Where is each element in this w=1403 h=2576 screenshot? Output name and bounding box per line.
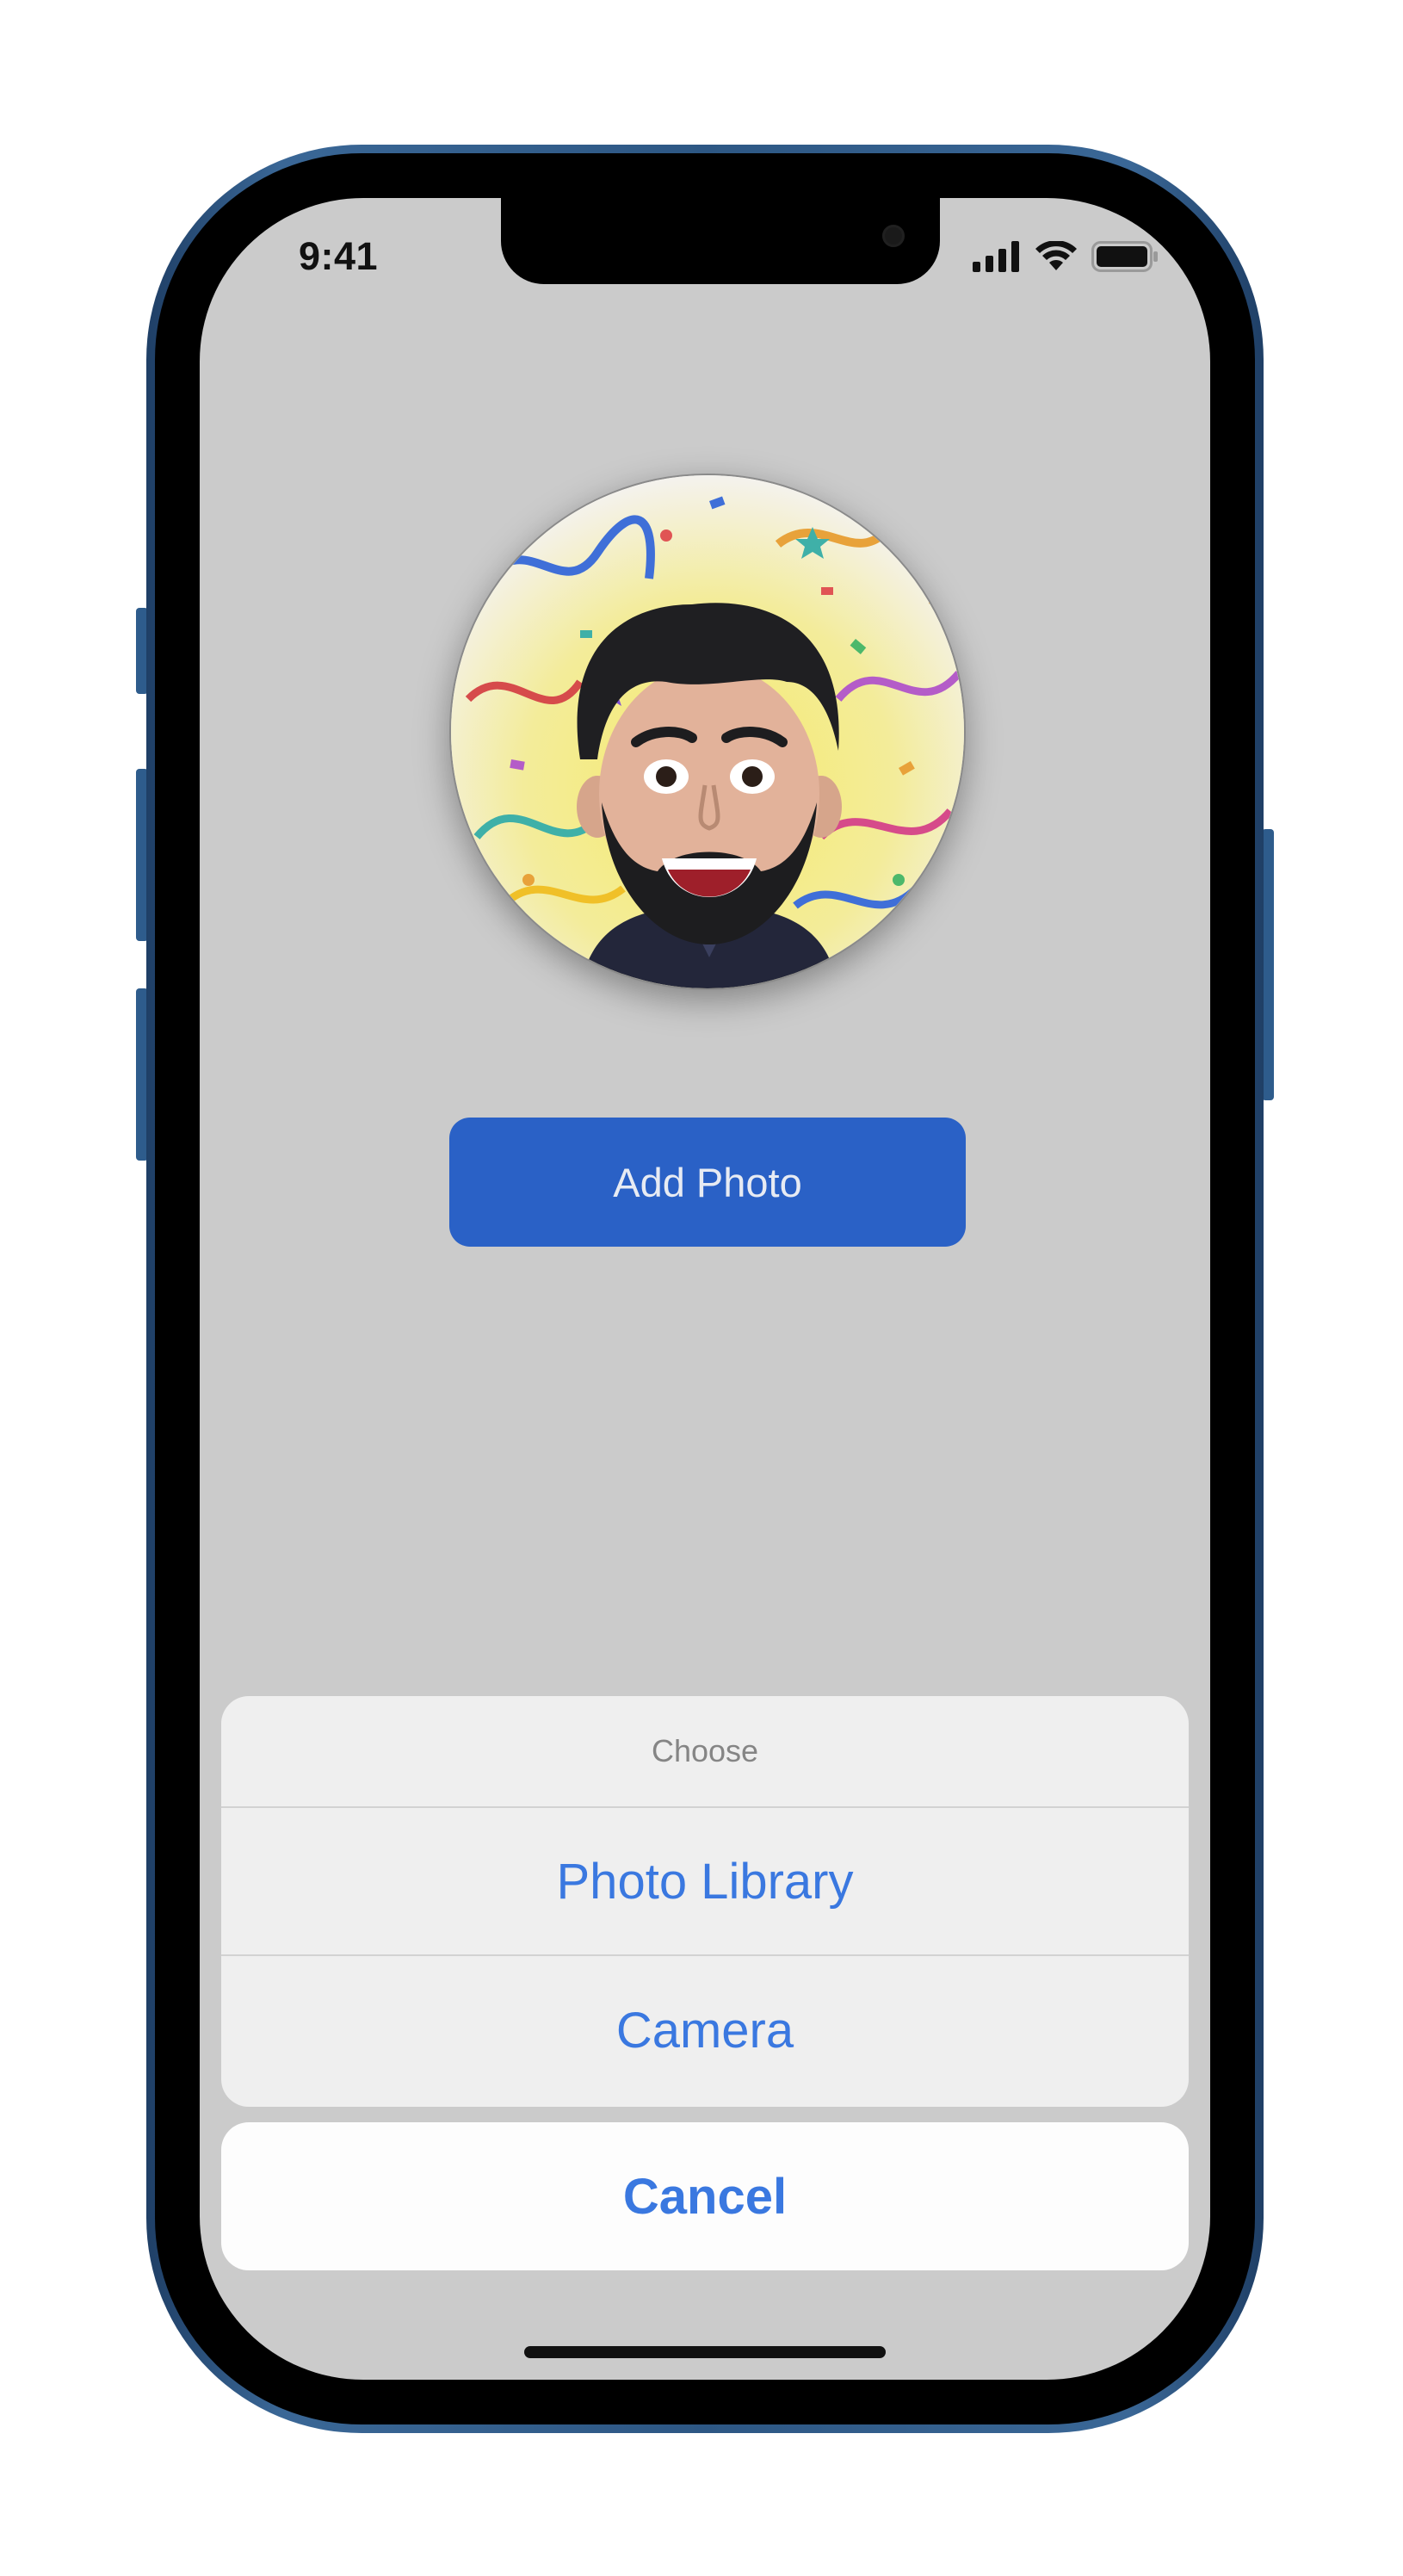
status-icons bbox=[973, 239, 1159, 274]
action-sheet: Choose Photo Library Camera bbox=[221, 1696, 1189, 2107]
wifi-icon bbox=[1035, 241, 1077, 270]
camera-option[interactable]: Camera bbox=[221, 1956, 1189, 2104]
action-sheet-title: Choose bbox=[221, 1696, 1189, 1808]
battery-icon bbox=[1091, 241, 1158, 272]
power-button bbox=[1262, 829, 1274, 1100]
cancel-button[interactable]: Cancel bbox=[221, 2122, 1189, 2270]
screen: 9:41 Add Photo Choose Photo Library Came… bbox=[200, 198, 1210, 2380]
phone-frame: 9:41 Add Photo Choose Photo Library Came… bbox=[146, 145, 1264, 2433]
status-time: 9:41 bbox=[299, 234, 379, 278]
home-indicator[interactable] bbox=[524, 2346, 886, 2358]
memoji-avatar-icon bbox=[451, 475, 964, 988]
notch bbox=[501, 198, 940, 284]
front-camera-icon bbox=[882, 225, 905, 247]
cellular-signal-icon bbox=[973, 241, 1019, 272]
phone-bezel: 9:41 Add Photo Choose Photo Library Came… bbox=[155, 153, 1255, 2424]
add-photo-button[interactable]: Add Photo bbox=[449, 1118, 966, 1247]
photo-library-option[interactable]: Photo Library bbox=[221, 1808, 1189, 1956]
profile-avatar bbox=[449, 474, 966, 990]
